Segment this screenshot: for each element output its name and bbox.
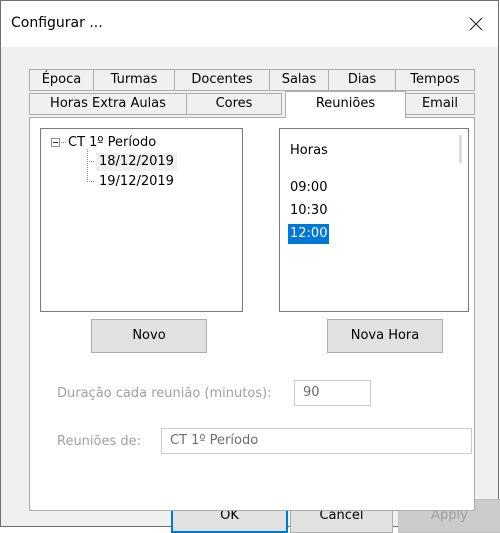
meetings-of-label: Reuniões de: [57, 434, 142, 449]
tree-root-node[interactable]: CT 1º Período [68, 134, 156, 152]
list-scrollbar[interactable] [459, 135, 462, 163]
hour-item[interactable]: 09:00 [288, 178, 329, 198]
tab-email[interactable]: Email [405, 93, 475, 115]
hours-list-header: Horas [290, 143, 328, 158]
novo-button[interactable]: Novo [91, 319, 207, 353]
tab-dias[interactable]: Dias [328, 69, 396, 91]
close-button[interactable] [454, 1, 498, 47]
tab-epoca[interactable]: Época [29, 69, 94, 91]
tab-tempos[interactable]: Tempos [395, 69, 475, 91]
meetings-of-input[interactable]: CT 1º Período [161, 428, 472, 454]
hour-item[interactable]: 10:30 [288, 201, 329, 221]
dialog-client: Época Turmas Docentes Salas Dias Tempos … [1, 47, 500, 533]
tab-cores[interactable]: Cores [186, 93, 282, 115]
tab-salas[interactable]: Salas [269, 69, 329, 91]
reunioes-panel: CT 1º Período 18/12/2019 19/12/2019 Hora… [29, 117, 475, 511]
nova-hora-button[interactable]: Nova Hora [327, 319, 443, 353]
hours-listbox[interactable]: Horas 09:00 10:30 12:00 [279, 128, 469, 312]
tab-docentes[interactable]: Docentes [174, 69, 270, 91]
tab-turmas[interactable]: Turmas [93, 69, 175, 91]
close-icon [469, 17, 483, 31]
duration-label: Duração cada reunião (minutos): [57, 386, 272, 401]
tab-reunioes[interactable]: Reuniões [285, 91, 406, 118]
hour-item-selected[interactable]: 12:00 [288, 224, 330, 244]
tree-node-date[interactable]: 18/12/2019 [96, 153, 177, 171]
tab-horas-extra-aulas[interactable]: Horas Extra Aulas [29, 93, 187, 115]
configurar-dialog: Configurar ... Época Turmas Docentes Sal… [0, 0, 500, 533]
meetings-tree[interactable]: CT 1º Período 18/12/2019 19/12/2019 [40, 128, 243, 312]
duration-input[interactable]: 90 [294, 380, 371, 406]
window-title: Configurar ... [11, 15, 103, 31]
collapse-icon[interactable] [51, 138, 60, 147]
title-bar: Configurar ... [1, 1, 498, 47]
tree-node-date[interactable]: 19/12/2019 [99, 173, 174, 191]
